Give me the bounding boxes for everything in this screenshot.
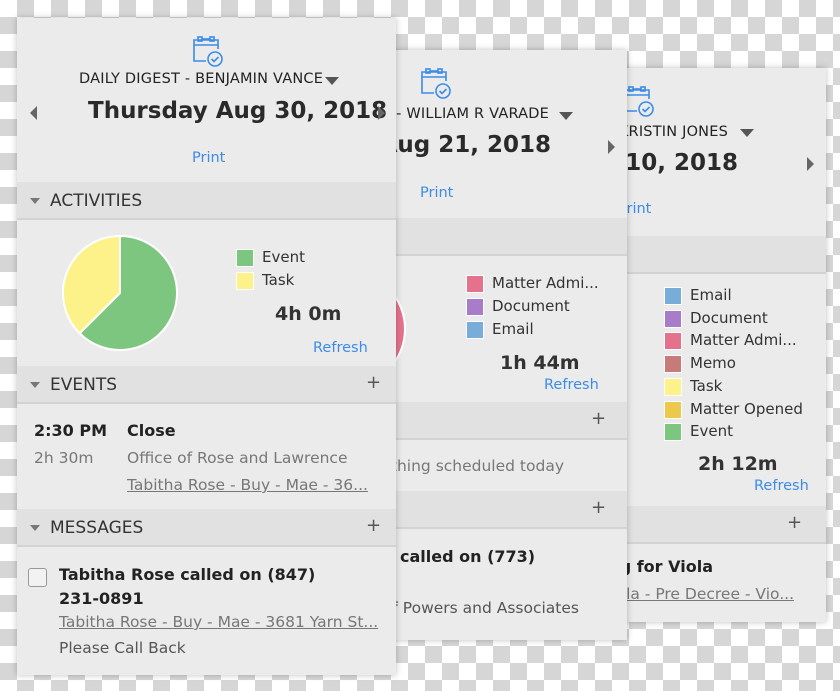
add-event-button[interactable]: + [787, 512, 802, 533]
activities-header[interactable]: ACTIVITIES [17, 182, 396, 220]
refresh-link[interactable]: Refresh [754, 478, 809, 494]
legend-swatch [466, 298, 484, 316]
dropdown-caret-icon[interactable] [740, 129, 754, 137]
event-matter-link[interactable]: Tabitha Rose - Buy - Mae - 36... [127, 476, 368, 494]
legend-swatch [664, 400, 682, 419]
print-link[interactable]: Print [192, 150, 225, 166]
legend-label: Event [690, 422, 733, 441]
legend-swatch [466, 321, 484, 339]
calendar-check-icon [421, 68, 451, 99]
message-matter-link[interactable]: Viola - Pre Decree - Vio... [602, 585, 794, 603]
collapse-caret-icon[interactable] [30, 382, 40, 388]
legend-label: Task [262, 271, 295, 289]
message-checkbox[interactable] [28, 568, 47, 587]
legend-swatch [664, 332, 682, 351]
add-message-button[interactable]: + [366, 515, 381, 536]
calendar-check-icon [193, 36, 223, 67]
legend-label: Document [690, 308, 768, 327]
legend-label: Memo [690, 354, 736, 373]
message-title-line2: 231-0891 [59, 589, 144, 608]
collapse-caret-icon[interactable] [30, 198, 40, 204]
legend-label: Document [492, 297, 570, 315]
event-duration: 2h 30m [34, 449, 94, 467]
legend-label: Task [690, 376, 723, 395]
add-event-button[interactable]: + [366, 372, 381, 393]
legend-swatch [236, 272, 254, 290]
activity-total: 4h 0m [275, 303, 342, 325]
collapse-caret-icon[interactable] [30, 525, 40, 531]
pie-chart [62, 234, 178, 351]
message-matter-link[interactable]: Tabitha Rose - Buy - Mae - 3681 Yarn St.… [59, 613, 378, 631]
legend-label: Event [262, 248, 305, 266]
activities-label: ACTIVITIES [50, 191, 143, 211]
legend-label: Email [492, 320, 534, 338]
add-event-button[interactable]: + [591, 408, 606, 429]
event-time: 2:30 PM [34, 421, 108, 440]
front-digest-panel: DAILY DIGEST - BENJAMIN VANCE Thursday A… [17, 18, 396, 675]
next-day-arrow-icon[interactable] [807, 157, 814, 171]
legend-swatch [466, 275, 484, 293]
legend-swatch [236, 249, 254, 267]
legend-label: Matter Admi... [492, 274, 599, 292]
message-title: Tabitha Rose called on (847) [59, 565, 316, 584]
legend-label: Matter Opened [690, 399, 803, 418]
message-title: called on (773) [400, 547, 536, 566]
event-title: Close [127, 421, 176, 440]
messages-header[interactable]: MESSAGES + [17, 509, 396, 547]
digest-date: Thursday Aug 30, 2018 [88, 98, 388, 124]
next-day-arrow-icon[interactable] [378, 106, 385, 120]
legend-label: Email [690, 286, 732, 304]
legend-swatch [664, 309, 682, 328]
messages-label: MESSAGES [50, 518, 144, 538]
calendar-check-icon [624, 86, 654, 117]
digest-title[interactable]: DAILY DIGEST - BENJAMIN VANCE [79, 71, 323, 87]
events-header[interactable]: EVENTS + [17, 366, 396, 404]
previous-day-arrow-icon[interactable] [30, 106, 37, 120]
events-label: EVENTS [50, 375, 118, 395]
print-link[interactable]: Print [420, 185, 453, 201]
activity-total: 2h 12m [698, 453, 778, 475]
message-note: Please Call Back [59, 639, 186, 657]
legend-label: Matter Admi... [690, 331, 797, 350]
no-events-text: Nothing scheduled today [369, 457, 564, 475]
dropdown-caret-icon[interactable] [559, 112, 573, 120]
legend-swatch [664, 355, 682, 374]
legend-swatch [664, 287, 682, 305]
legend-swatch [664, 423, 682, 442]
next-day-arrow-icon[interactable] [608, 140, 615, 154]
refresh-link[interactable]: Refresh [313, 340, 368, 356]
refresh-link[interactable]: Refresh [544, 377, 599, 393]
dropdown-caret-icon[interactable] [325, 77, 339, 85]
event-location: Office of Rose and Lawrence [127, 449, 348, 467]
legend-swatch [664, 377, 682, 396]
add-message-button[interactable]: + [591, 497, 606, 518]
activity-total: 1h 44m [500, 352, 580, 374]
